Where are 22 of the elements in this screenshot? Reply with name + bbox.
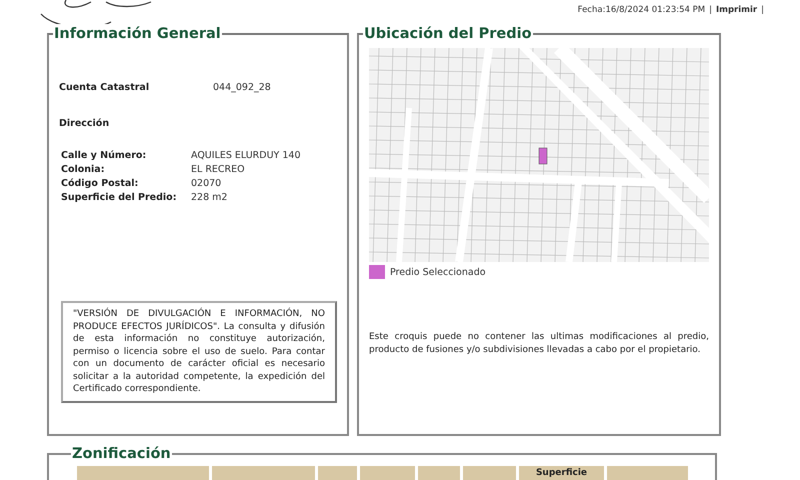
section-title: Ubicación del Predio bbox=[363, 26, 533, 42]
field-value: 044_092_28 bbox=[213, 82, 271, 93]
legend-label: Predio Seleccionado bbox=[390, 266, 486, 278]
field-label: Dirección bbox=[59, 118, 110, 129]
separator: | bbox=[761, 5, 764, 15]
field-label: Cuenta Catastral bbox=[59, 82, 150, 93]
field-value: EL RECREO bbox=[191, 164, 246, 175]
disclaimer-text: "VERSIÓN DE DIVULGACIÓN E INFORMACIÓN, NO PRODUCE EFECTOS JURÍDICOS". La consulta y difusión de esta información no constituye autorización, permiso o licencia sobre el uso de suelo. Para contar con un documento de carácter oficial es necesario solicitar a la autoridad competente, la expedición del Certificado correspondiente. bbox=[61, 301, 337, 402]
field-value: 228 m2 bbox=[191, 192, 228, 203]
print-link[interactable]: Imprimir bbox=[716, 5, 758, 15]
column-header: Superficie bbox=[519, 466, 604, 480]
map-note: Este croquis puede no contener las ultimas modificaciones al predio, producto de fusiones y/o subdivisiones llevadas a cabo por el propietario. bbox=[369, 331, 709, 356]
field-value: AQUILES ELURDUY 140 bbox=[191, 150, 302, 161]
separator: | bbox=[709, 5, 712, 15]
field-label: Colonia: bbox=[61, 164, 106, 175]
field-label: Calle y Número: bbox=[61, 150, 148, 161]
section-title: Zonificación bbox=[71, 446, 172, 462]
section-title: Información General bbox=[53, 26, 222, 42]
field-value: 02070 bbox=[191, 178, 222, 189]
field-label: Código Postal: bbox=[61, 178, 140, 189]
print-date: Fecha:16/8/2024 01:23:54 PM bbox=[578, 5, 706, 15]
field-label: Superficie del Predio: bbox=[61, 192, 178, 203]
